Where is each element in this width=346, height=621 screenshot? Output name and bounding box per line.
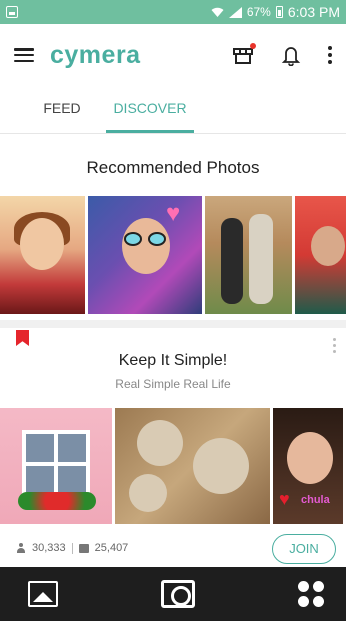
card-photo[interactable] <box>0 408 112 524</box>
wifi-icon <box>211 7 224 17</box>
grid-icon[interactable] <box>298 581 324 607</box>
app-bar: cymera <box>0 24 346 86</box>
section-title: Recommended Photos <box>86 158 260 177</box>
section-divider <box>0 320 346 328</box>
clock: 6:03 PM <box>287 4 340 20</box>
recommended-photo[interactable] <box>205 196 292 314</box>
battery-icon <box>275 6 283 18</box>
more-icon[interactable] <box>328 46 332 64</box>
tab-bar: FEED DISCOVER <box>0 86 346 134</box>
camera-icon[interactable] <box>161 580 195 608</box>
signal-icon <box>228 6 242 18</box>
status-bar: 67% 6:03 PM <box>0 0 346 24</box>
card-photos-strip[interactable]: ♥ chula <box>0 408 346 524</box>
members-count: 30,333 <box>32 542 66 554</box>
app-bar-actions <box>232 43 332 67</box>
shop-icon[interactable] <box>232 43 256 66</box>
card-photo[interactable]: ♥ chula <box>273 408 343 524</box>
recommended-photos-strip[interactable]: ♥ <box>0 196 346 314</box>
screenshot-icon <box>6 6 18 18</box>
tab-feed[interactable]: FEED <box>18 86 106 133</box>
menu-icon[interactable] <box>14 48 34 62</box>
tab-discover[interactable]: DISCOVER <box>106 86 194 133</box>
bookmark-flag-icon <box>16 330 29 346</box>
card-title: Keep It Simple! <box>118 352 228 369</box>
photos-icon <box>78 543 89 553</box>
members-icon <box>16 543 26 553</box>
stats-separator <box>71 542 73 554</box>
bottom-nav <box>0 567 346 621</box>
card-more-icon[interactable] <box>333 338 336 353</box>
brand-logo: cymera <box>50 40 141 69</box>
card-stats: 30,333 25,407 <box>16 542 128 554</box>
gallery-icon[interactable] <box>28 581 58 607</box>
photos-count: 25,407 <box>94 542 129 554</box>
recommended-photo[interactable] <box>0 196 85 314</box>
battery-percent: 67% <box>246 5 271 19</box>
bell-icon[interactable] <box>280 44 302 67</box>
recommended-photo[interactable] <box>295 196 346 314</box>
card-photo[interactable] <box>115 408 270 524</box>
join-button[interactable]: JOIN <box>272 534 336 564</box>
status-bar-right: 67% 6:03 PM <box>211 4 340 20</box>
card-subtitle: Real Simple Real Life <box>115 377 231 391</box>
notification-dot <box>250 43 256 49</box>
recommended-photo[interactable]: ♥ <box>88 196 202 314</box>
